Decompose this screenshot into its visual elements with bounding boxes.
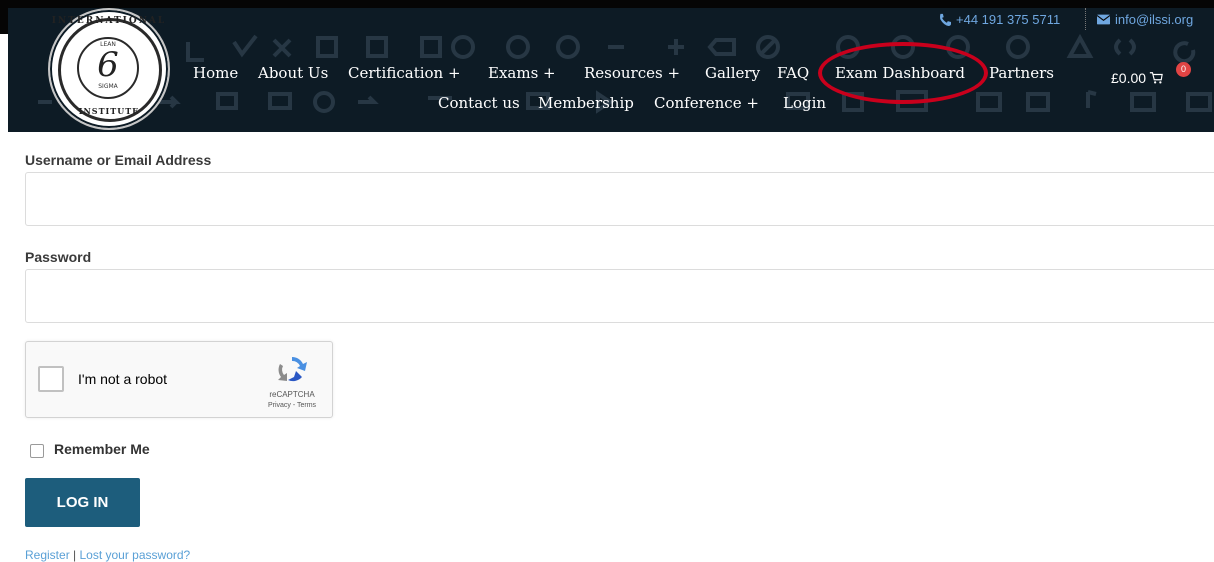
email-contact[interactable]: info@ilssi.org xyxy=(1097,12,1193,27)
recaptcha-checkbox[interactable] xyxy=(38,366,64,392)
highlight-circle xyxy=(818,42,988,104)
remember-me-label[interactable]: Remember Me xyxy=(54,441,150,457)
recaptcha-widget: I'm not a robot reCAPTCHA Privacy - Term… xyxy=(25,341,333,418)
lost-password-link[interactable]: Lost your password? xyxy=(79,548,190,562)
phone-icon xyxy=(940,13,951,26)
cart-total: £0.00 xyxy=(1111,70,1147,86)
nav-gallery[interactable]: Gallery xyxy=(705,64,760,82)
phone-contact[interactable]: +44 191 375 5711 xyxy=(938,12,1060,27)
logo-lean-text: LEAN xyxy=(100,41,116,48)
contact-divider xyxy=(1085,8,1086,30)
recaptcha-terms[interactable]: Privacy - Terms xyxy=(258,402,326,409)
nav-contact-us[interactable]: Contact us xyxy=(438,94,520,112)
nav-membership[interactable]: Membership xyxy=(538,94,634,112)
phone-number: +44 191 375 5711 xyxy=(956,12,1061,27)
links-separator: | xyxy=(69,548,80,562)
nav-home[interactable]: Home xyxy=(193,64,238,82)
nav-partners[interactable]: Partners xyxy=(989,64,1054,82)
logo-sigma-text: SIGMA xyxy=(98,83,118,90)
logo-top-text: INTERNATIONAL xyxy=(51,16,167,26)
remember-me-checkbox[interactable] xyxy=(30,444,44,458)
nav-faq[interactable]: FAQ xyxy=(777,64,809,82)
email-address: info@ilssi.org xyxy=(1115,12,1194,27)
username-input[interactable] xyxy=(25,172,1214,226)
register-link[interactable]: Register xyxy=(25,548,70,562)
login-button[interactable]: LOG IN xyxy=(25,478,140,527)
background-icon-pattern xyxy=(38,33,1212,114)
logo-bottom-text: INSTITUTE xyxy=(78,106,140,116)
password-label: Password xyxy=(25,249,92,265)
nav-exams[interactable]: Exams + xyxy=(488,64,556,82)
recaptcha-logo-icon xyxy=(278,356,307,382)
envelope-icon xyxy=(1097,14,1110,25)
logo-six-glyph: 6 xyxy=(97,45,119,85)
nav-resources[interactable]: Resources + xyxy=(584,64,680,82)
cart-link[interactable]: £0.00 xyxy=(1111,70,1163,86)
logo-inner-circle: 6 LEAN SIGMA xyxy=(77,37,139,99)
recaptcha-label: I'm not a robot xyxy=(78,371,168,387)
nav-about-us[interactable]: About Us xyxy=(258,64,328,82)
nav-conference[interactable]: Conference + xyxy=(654,94,759,112)
password-input[interactable] xyxy=(25,269,1214,323)
institute-logo[interactable]: INTERNATIONAL 6 LEAN SIGMA INSTITUTE xyxy=(48,8,170,130)
recaptcha-brand: reCAPTCHA xyxy=(269,390,315,399)
cart-count-badge: 0 xyxy=(1176,62,1191,77)
cart-icon xyxy=(1149,72,1163,84)
nav-certification[interactable]: Certification + xyxy=(348,64,461,82)
account-links: Register | Lost your password? xyxy=(25,548,190,562)
nav-login[interactable]: Login xyxy=(783,94,826,112)
username-label: Username or Email Address xyxy=(25,152,212,168)
